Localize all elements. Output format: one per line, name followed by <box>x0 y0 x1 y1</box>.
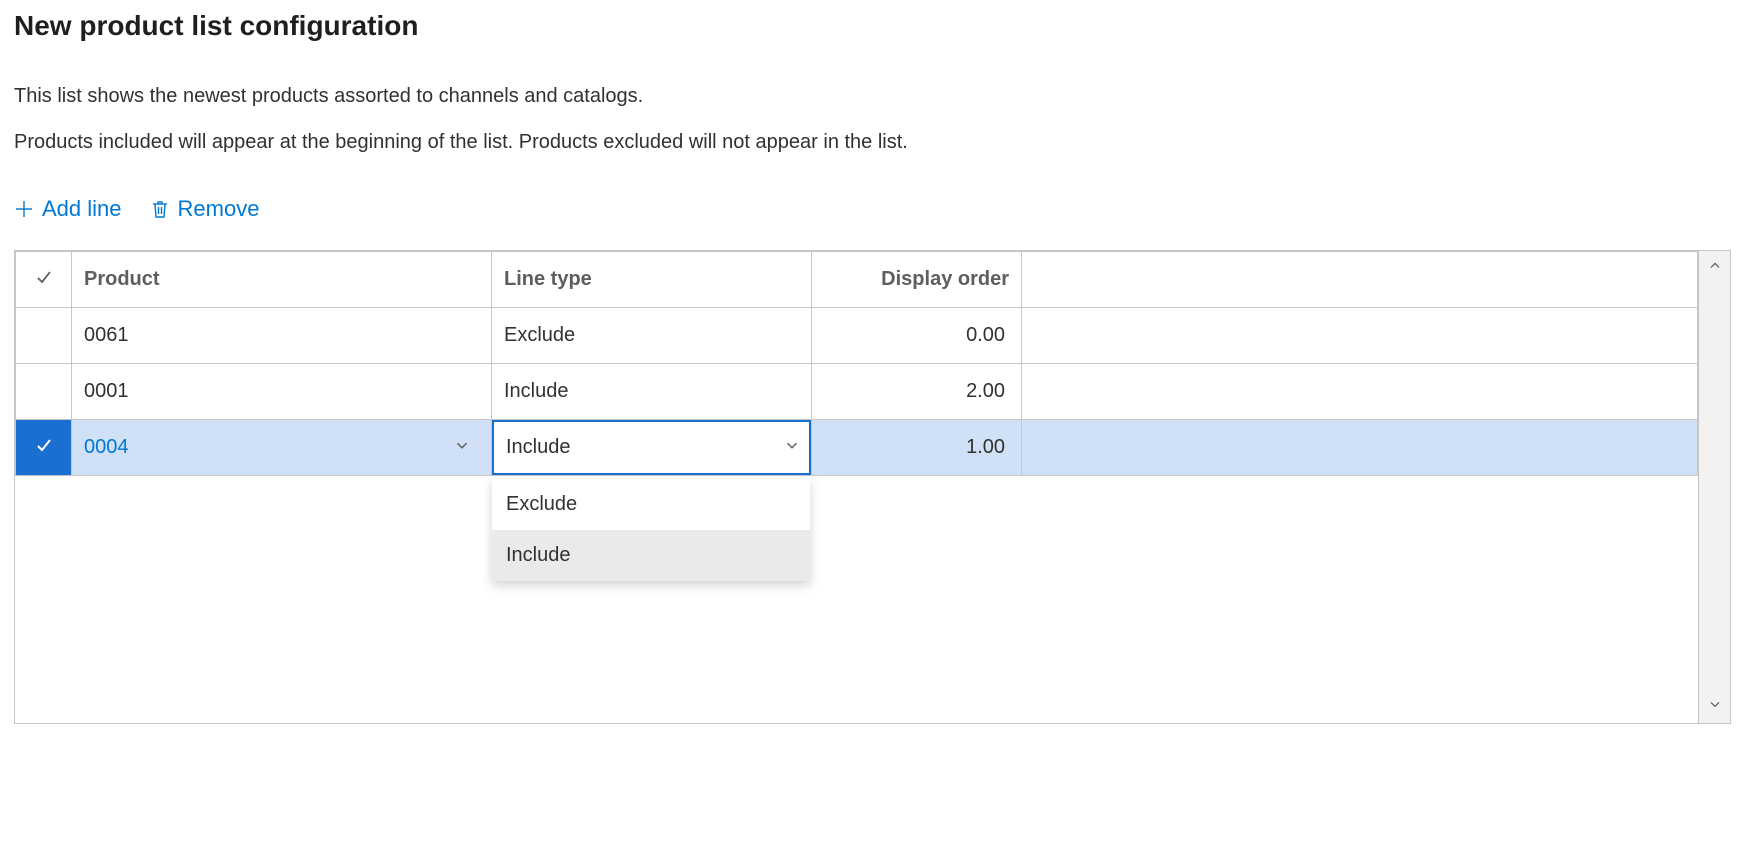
scroll-down-icon[interactable] <box>1707 696 1723 717</box>
remove-label: Remove <box>178 196 260 222</box>
description-line-2: Products included will appear at the beg… <box>14 128 1731 156</box>
display-order-cell[interactable]: 0.00 <box>812 308 1022 364</box>
display-order-cell[interactable]: 1.00 <box>812 420 1022 476</box>
add-line-button[interactable]: Add line <box>14 196 122 222</box>
line-type-cell[interactable]: Include <box>492 420 812 476</box>
product-value: 0004 <box>84 436 129 459</box>
chevron-down-icon[interactable] <box>783 436 801 460</box>
plus-icon <box>14 199 34 219</box>
description-line-1: This list shows the newest products asso… <box>14 82 1731 110</box>
product-cell[interactable]: 0001 <box>72 364 492 420</box>
add-line-label: Add line <box>42 196 122 222</box>
dropdown-option-exclude[interactable]: Exclude <box>492 479 810 530</box>
line-type-cell[interactable]: Include <box>492 364 812 420</box>
product-table: Product Line type Display order 0061 Exc… <box>15 251 1698 476</box>
line-type-cell[interactable]: Exclude <box>492 308 812 364</box>
line-type-value: Include <box>506 436 571 459</box>
dropdown-option-include[interactable]: Include <box>492 530 810 581</box>
toolbar: Add line Remove <box>14 196 1731 222</box>
row-select-cell[interactable] <box>16 420 72 476</box>
grid: Product Line type Display order 0061 Exc… <box>14 250 1731 724</box>
display-order-cell[interactable]: 2.00 <box>812 364 1022 420</box>
trash-icon <box>150 199 170 219</box>
line-type-dropdown: Exclude Include <box>492 479 810 581</box>
column-header-blank <box>1022 252 1698 308</box>
remove-button[interactable]: Remove <box>150 196 260 222</box>
blank-cell <box>1022 308 1698 364</box>
column-select-all[interactable] <box>16 252 72 308</box>
column-header-display-order[interactable]: Display order <box>812 252 1022 308</box>
row-select-cell[interactable] <box>16 308 72 364</box>
table-row[interactable]: 0061 Exclude 0.00 <box>16 308 1698 364</box>
table-row[interactable]: 0004 Include <box>16 420 1698 476</box>
column-header-line-type[interactable]: Line type <box>492 252 812 308</box>
vertical-scrollbar[interactable] <box>1698 251 1730 723</box>
check-icon <box>34 270 54 292</box>
check-icon <box>34 438 54 460</box>
page-title: New product list configuration <box>14 10 1731 42</box>
blank-cell <box>1022 420 1698 476</box>
product-cell[interactable]: 0004 <box>72 420 492 476</box>
scroll-up-icon[interactable] <box>1707 257 1723 278</box>
chevron-down-icon[interactable] <box>453 436 471 460</box>
blank-cell <box>1022 364 1698 420</box>
row-select-cell[interactable] <box>16 364 72 420</box>
column-header-product[interactable]: Product <box>72 252 492 308</box>
table-row[interactable]: 0001 Include 2.00 <box>16 364 1698 420</box>
product-cell[interactable]: 0061 <box>72 308 492 364</box>
